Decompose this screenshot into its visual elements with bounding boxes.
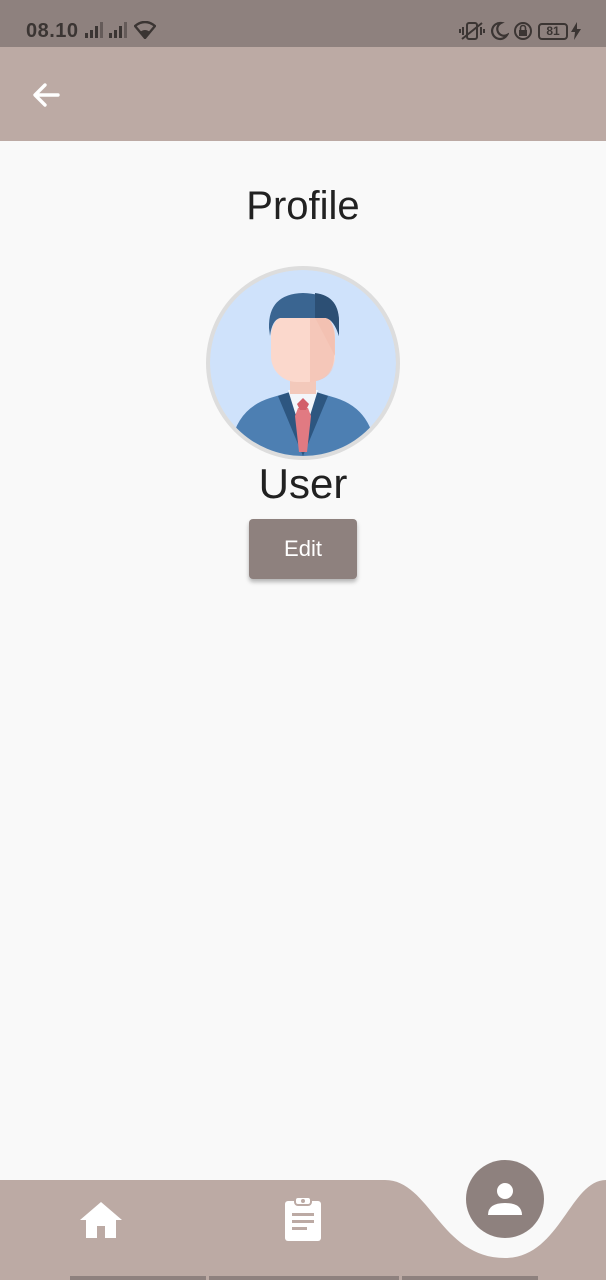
avatar[interactable] xyxy=(206,266,400,460)
signal-icon xyxy=(109,22,127,38)
battery-icon: 81 xyxy=(538,23,568,40)
nav-tasks[interactable] xyxy=(280,1195,326,1243)
battery-level: 81 xyxy=(546,24,560,38)
app-bar xyxy=(0,47,606,141)
signal-icon xyxy=(85,22,103,38)
status-time: 08.10 xyxy=(26,20,79,42)
home-icon xyxy=(80,1202,122,1238)
wifi-icon xyxy=(134,21,156,39)
status-bar: 08.10 81 xyxy=(0,0,606,47)
user-avatar-icon xyxy=(210,270,396,456)
person-icon xyxy=(488,1183,522,1215)
arrow-left-icon xyxy=(33,83,60,107)
nav-indicator xyxy=(70,1276,206,1280)
nav-profile[interactable] xyxy=(466,1160,544,1238)
vibrate-icon xyxy=(459,22,485,40)
page-title: Profile xyxy=(246,184,360,228)
user-name: User xyxy=(258,460,348,507)
clipboard-icon xyxy=(285,1196,321,1241)
edit-button[interactable]: Edit xyxy=(249,519,357,579)
nav-indicator xyxy=(209,1276,399,1280)
nav-home[interactable] xyxy=(78,1198,124,1244)
charging-icon xyxy=(571,22,581,40)
nav-indicator xyxy=(402,1276,538,1280)
moon-icon xyxy=(491,21,509,41)
lock-rotation-icon xyxy=(514,22,532,40)
back-button[interactable] xyxy=(26,75,66,115)
